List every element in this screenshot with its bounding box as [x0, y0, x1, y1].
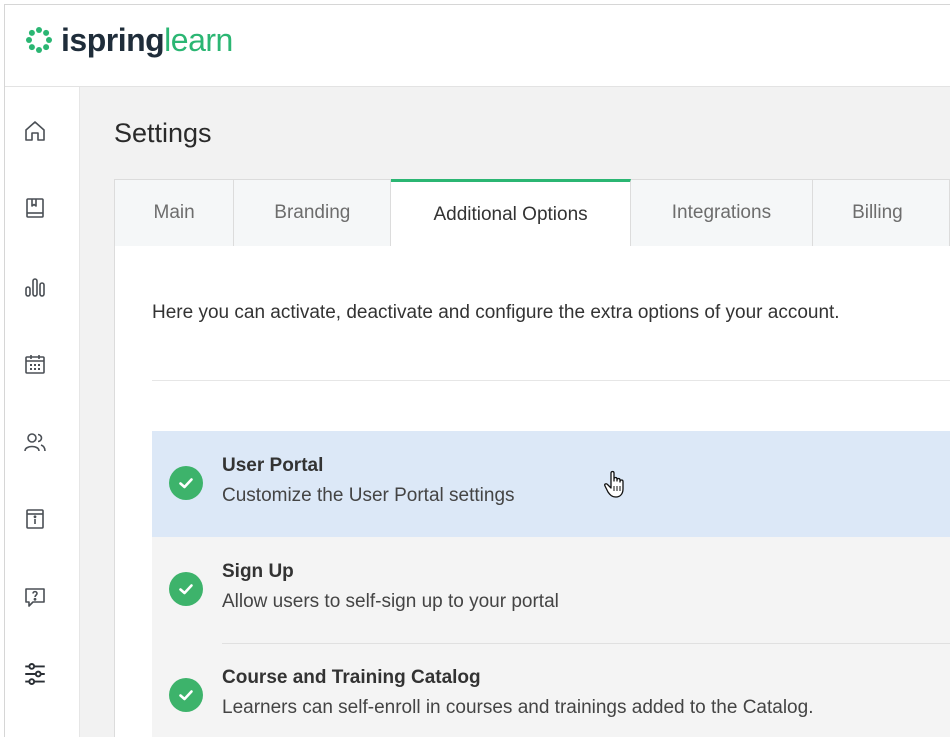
logo-text: ispringlearn — [61, 22, 233, 58]
sidebar-item-home[interactable] — [21, 117, 49, 145]
logo-text-ispring: ispring — [61, 22, 165, 58]
intro-text: Here you can activate, deactivate and co… — [152, 302, 840, 323]
option-course-catalog[interactable]: Course and Training Catalog Learners can… — [152, 643, 950, 737]
sidebar-item-courses[interactable] — [21, 194, 49, 222]
check-circle-icon — [169, 572, 203, 606]
calendar-icon — [25, 355, 45, 374]
check-circle-icon — [169, 466, 203, 500]
bar-chart-icon — [25, 278, 45, 297]
sidebar-item-help[interactable] — [21, 583, 49, 611]
option-description: Allow users to self-sign up to your port… — [222, 591, 559, 612]
sidebar-item-calendar[interactable] — [21, 350, 49, 378]
logo-text-learn: learn — [164, 22, 233, 58]
page-title: Settings — [114, 118, 212, 148]
ispring-logo-icon — [26, 27, 52, 53]
check-circle-icon — [169, 678, 203, 712]
option-title: User Portal — [222, 455, 324, 476]
tab-branding[interactable]: Branding — [234, 179, 392, 247]
sidebar-item-info[interactable] — [21, 505, 49, 533]
options-list: User Portal Customize the User Portal se… — [152, 431, 950, 737]
option-separator — [222, 643, 950, 644]
option-sign-up[interactable]: Sign Up Allow users to self-sign up to y… — [152, 537, 950, 643]
option-title: Sign Up — [222, 561, 294, 582]
divider — [152, 380, 950, 381]
sidebar-item-settings[interactable] — [21, 660, 49, 688]
info-box-icon — [26, 509, 44, 529]
option-description: Customize the User Portal settings — [222, 485, 515, 506]
help-icon — [25, 588, 45, 607]
sidebar-item-users[interactable] — [21, 428, 49, 456]
main-content: Settings Main Branding Additional Option… — [80, 87, 950, 737]
tab-billing[interactable]: Billing — [813, 179, 950, 247]
additional-options-panel: Here you can activate, deactivate and co… — [114, 246, 950, 737]
hand-cursor-icon — [604, 470, 624, 498]
users-icon — [24, 433, 46, 452]
top-bar: ispringlearn — [5, 5, 950, 87]
settings-tabs: Main Branding Additional Options Integra… — [114, 179, 950, 247]
home-icon — [25, 121, 45, 141]
logo[interactable]: ispringlearn — [24, 22, 233, 58]
book-icon — [26, 198, 44, 218]
tab-integrations[interactable]: Integrations — [630, 179, 814, 247]
tab-main[interactable]: Main — [114, 179, 235, 247]
option-user-portal[interactable]: User Portal Customize the User Portal se… — [152, 431, 950, 537]
settings-sliders-icon — [25, 663, 45, 685]
app-window: ispringlearn Settings Main Branding Addi… — [4, 4, 950, 737]
option-description: Learners can self-enroll in courses and … — [222, 697, 814, 718]
sidebar-item-reports[interactable] — [21, 273, 49, 301]
tab-additional-options[interactable]: Additional Options — [391, 179, 631, 247]
option-title: Course and Training Catalog — [222, 667, 481, 688]
sidebar — [5, 87, 80, 737]
